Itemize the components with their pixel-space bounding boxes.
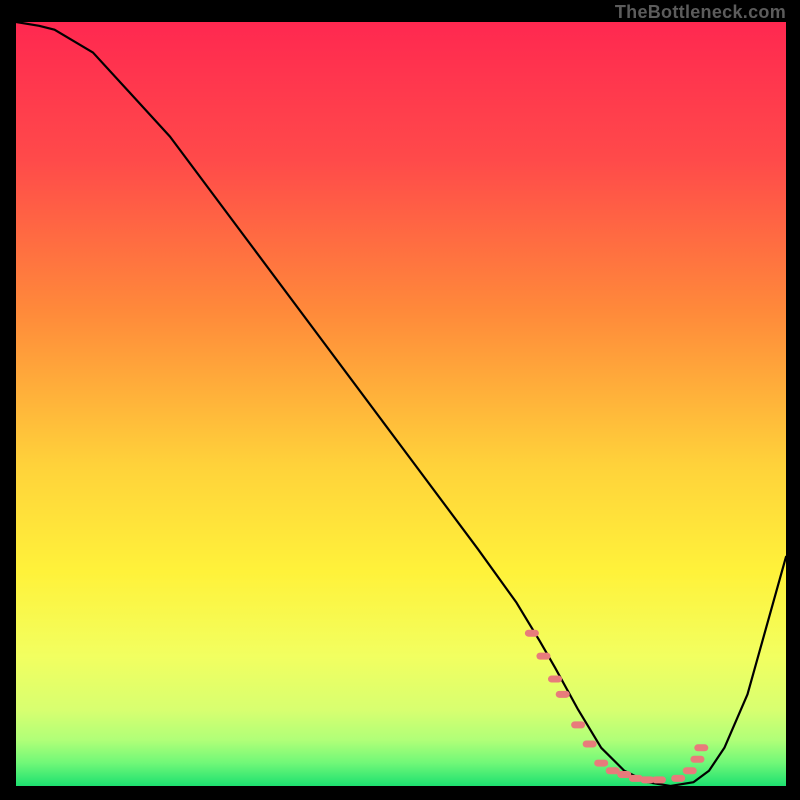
marker-dot xyxy=(683,767,697,774)
bottleneck-curve xyxy=(16,22,786,786)
chart-frame: TheBottleneck.com xyxy=(0,0,800,800)
marker-dot xyxy=(525,630,539,637)
marker-dot xyxy=(652,776,666,783)
marker-dot xyxy=(548,676,562,683)
marker-dot xyxy=(536,653,550,660)
marker-dot xyxy=(556,691,570,698)
marker-dot xyxy=(594,760,608,767)
watermark-text: TheBottleneck.com xyxy=(615,2,786,23)
optimal-range-markers xyxy=(525,630,708,784)
chart-svg xyxy=(16,22,786,786)
marker-dot xyxy=(690,756,704,763)
marker-dot xyxy=(671,775,685,782)
marker-dot xyxy=(571,721,585,728)
marker-dot xyxy=(694,744,708,751)
marker-dot xyxy=(583,740,597,747)
plot-area xyxy=(16,22,786,786)
